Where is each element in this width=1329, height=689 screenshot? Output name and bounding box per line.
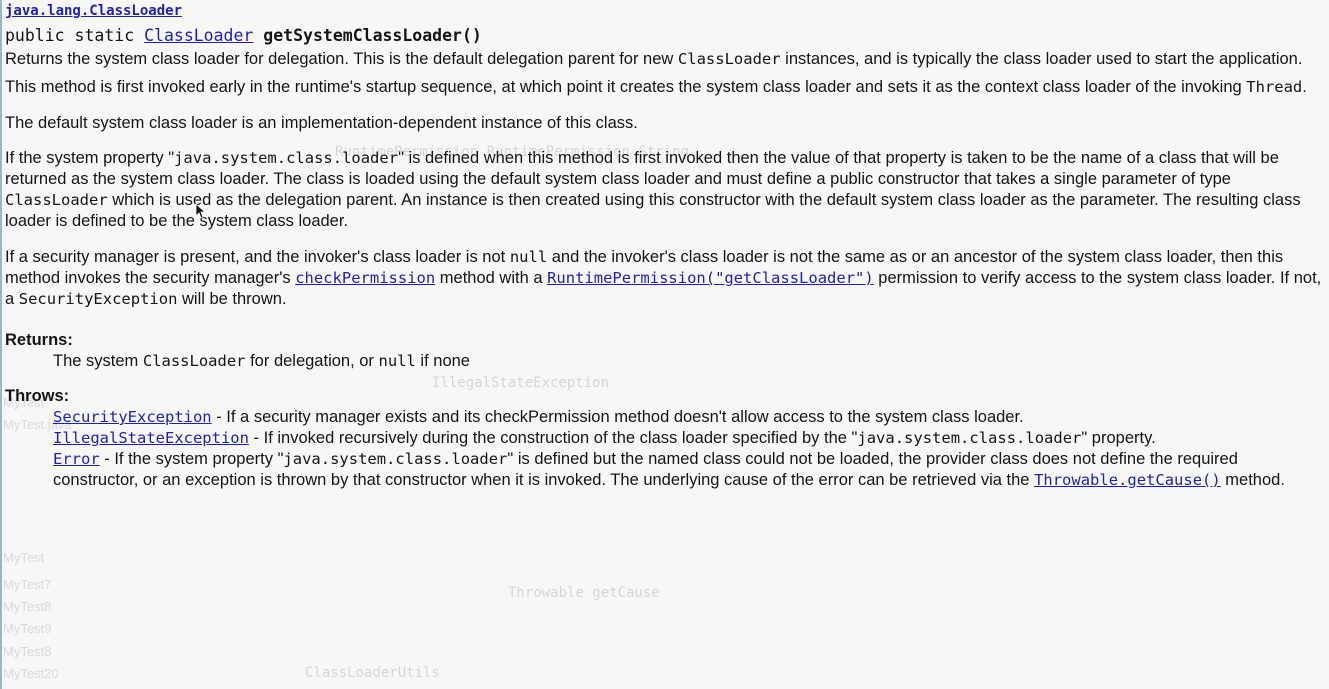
- description-paragraph: This method is first invoked early in th…: [5, 78, 1307, 96]
- ghost-text: MyTest20: [3, 666, 59, 681]
- package-class-link[interactable]: java.lang.ClassLoader: [5, 1, 182, 22]
- throws-item: Error - If the system property "java.sys…: [53, 450, 1285, 489]
- throwable-get-cause-link[interactable]: Throwable.getCause(): [1034, 471, 1221, 489]
- method-name: getSystemClassLoader(): [263, 26, 482, 45]
- error-link[interactable]: Error: [53, 450, 100, 468]
- illegal-state-exception-link[interactable]: IllegalStateException: [53, 429, 249, 447]
- ghost-text: MyTest8: [3, 644, 52, 659]
- throws-heading: Throws:: [5, 387, 70, 405]
- throws-item: IllegalStateException - If invoked recur…: [53, 429, 1156, 447]
- description-paragraph: If a security manager is present, and th…: [5, 248, 1322, 308]
- method-signature: public static ClassLoader getSystemClass…: [5, 25, 1327, 46]
- returns-heading: Returns:: [5, 331, 73, 349]
- runtime-permission-link[interactable]: RuntimePermission("getClassLoader"): [547, 269, 874, 287]
- ghost-text: MyTest: [3, 550, 45, 565]
- ghost-text: MyTest9: [3, 621, 52, 636]
- security-exception-link[interactable]: SecurityException: [53, 408, 212, 426]
- description-paragraph: Returns the system class loader for dele…: [5, 50, 1303, 68]
- return-type-link[interactable]: ClassLoader: [144, 26, 253, 45]
- ghost-text: MyTest8: [3, 599, 52, 614]
- check-permission-link[interactable]: checkPermission: [295, 269, 435, 287]
- ghost-text: Throwable getCause: [508, 585, 660, 601]
- javadoc-popup: java.lang.ClassLoader public static Clas…: [5, 0, 1327, 491]
- editor-gutter-edge: [0, 0, 2, 689]
- signature-modifiers: public static: [5, 26, 145, 45]
- description-paragraph: The default system class loader is an im…: [5, 114, 638, 132]
- mouse-cursor-icon: [195, 203, 205, 219]
- throws-item: SecurityException - If a security manage…: [53, 408, 1024, 426]
- returns-body: The system ClassLoader for delegation, o…: [53, 352, 470, 370]
- ghost-text: ClassLoaderUtils: [305, 665, 440, 681]
- ghost-text: MyTest7: [3, 577, 52, 592]
- description-paragraph: If the system property "java.system.clas…: [5, 149, 1301, 230]
